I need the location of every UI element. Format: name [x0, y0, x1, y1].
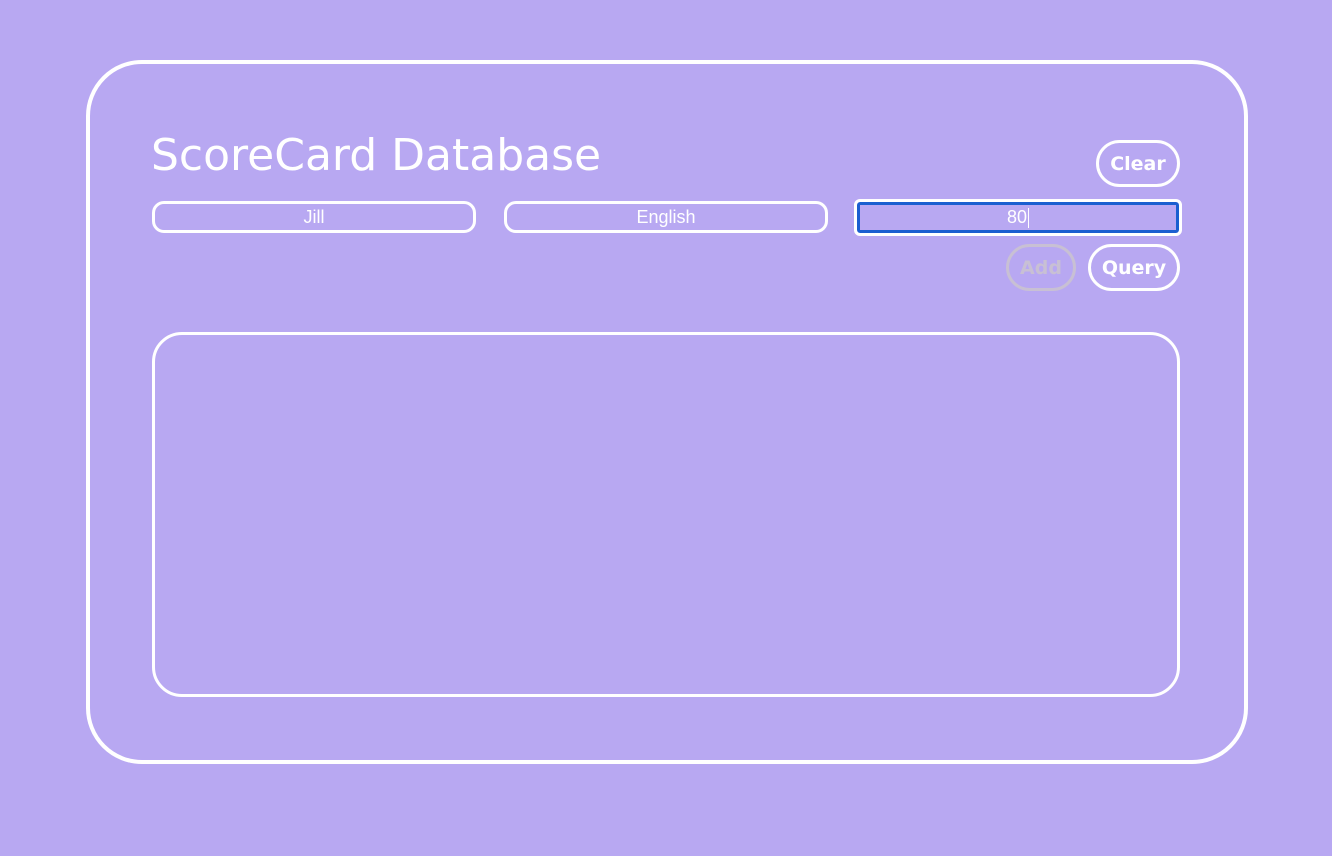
- name-field[interactable]: Jill: [152, 201, 476, 233]
- subject-value: English: [636, 206, 696, 227]
- query-button[interactable]: Query: [1088, 244, 1180, 291]
- score-field[interactable]: 80: [854, 199, 1182, 236]
- score-value: 80: [1006, 207, 1028, 227]
- add-button[interactable]: Add: [1006, 244, 1076, 291]
- clear-button[interactable]: Clear: [1096, 140, 1180, 187]
- page-title: ScoreCard Database: [151, 130, 602, 181]
- subject-field[interactable]: English: [504, 201, 828, 233]
- text-caret: [1028, 207, 1030, 228]
- name-value: Jill: [303, 206, 325, 227]
- results-panel: [152, 332, 1180, 697]
